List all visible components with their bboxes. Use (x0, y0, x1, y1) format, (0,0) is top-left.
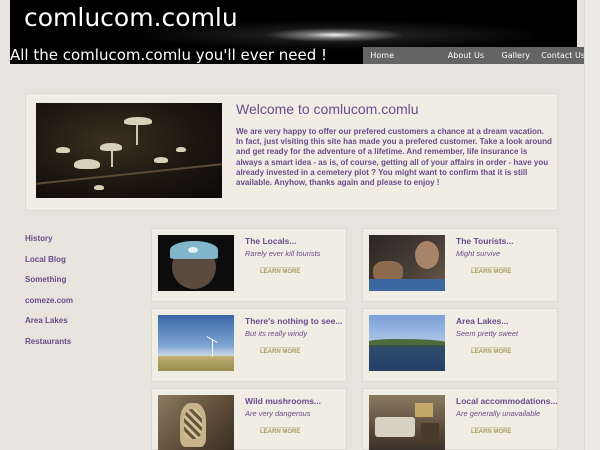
card-area-lakes: Area Lakes... Seem pretty sweet LEARN MO… (362, 308, 558, 382)
learn-more-link[interactable]: LEARN MORE (471, 427, 512, 435)
nav-contact-us[interactable]: Contact Us (530, 47, 585, 64)
tourists-photo (369, 235, 445, 291)
lake-photo (369, 315, 445, 371)
site-tagline: All the comlucom.comlu you'll ever need … (10, 46, 328, 64)
sidebar-item-something[interactable]: Something (25, 275, 73, 296)
card-title[interactable]: There's nothing to see... (245, 316, 342, 326)
card-nothing-to-see: There's nothing to see... But its really… (151, 308, 347, 382)
card-subtitle: Rarely ever kill tourists (245, 249, 321, 258)
sidebar-item-area-lakes[interactable]: Area Lakes (25, 316, 73, 337)
nav-home[interactable]: Home (363, 47, 394, 64)
card-title[interactable]: The Locals... (245, 236, 297, 246)
welcome-title: Welcome to comlucom.comlu (236, 101, 419, 117)
windy-plain-photo (158, 315, 234, 371)
learn-more-link[interactable]: LEARN MORE (260, 347, 301, 355)
card-tourists: The Tourists... Might survive LEARN MORE (362, 228, 558, 302)
site-title[interactable]: comlucom.comlu (24, 3, 238, 32)
card-subtitle: Seem pretty sweet (456, 329, 519, 338)
morel-mushroom-photo (158, 395, 234, 450)
top-nav: Home About Us Gallery Contact Us (363, 47, 588, 64)
nav-about-us[interactable]: About Us (394, 47, 484, 64)
nav-gallery[interactable]: Gallery (484, 47, 531, 64)
card-title[interactable]: Area Lakes... (456, 316, 508, 326)
card-subtitle: But its really windy (245, 329, 308, 338)
card-wild-mushrooms: Wild mushrooms... Are very dangerous LEA… (151, 388, 347, 450)
learn-more-link[interactable]: LEARN MORE (260, 267, 301, 275)
card-local-accommodations: Local accommodations... Are generally un… (362, 388, 558, 450)
card-subtitle: Are very dangerous (245, 409, 311, 418)
learn-more-link[interactable]: LEARN MORE (260, 427, 301, 435)
welcome-panel: Welcome to comlucom.comlu We are very ha… (25, 93, 558, 211)
sidebar-item-local-blog[interactable]: Local Blog (25, 255, 73, 276)
card-title[interactable]: The Tourists... (456, 236, 513, 246)
card-locals: The Locals... Rarely ever kill tourists … (151, 228, 347, 302)
vertical-scrollbar[interactable] (584, 0, 600, 450)
locals-photo (158, 235, 234, 291)
welcome-text: We are very happy to offer our prefered … (236, 127, 552, 188)
sidebar-nav: History Local Blog Something comeze.com … (25, 234, 73, 358)
banner-glow (265, 28, 405, 42)
card-subtitle: Might survive (456, 249, 501, 258)
learn-more-link[interactable]: LEARN MORE (471, 347, 512, 355)
sidebar-item-restaurants[interactable]: Restaurants (25, 337, 73, 358)
card-title[interactable]: Wild mushrooms... (245, 396, 321, 406)
learn-more-link[interactable]: LEARN MORE (471, 267, 512, 275)
hotel-room-photo (369, 395, 445, 450)
sidebar-item-history[interactable]: History (25, 234, 73, 255)
sidebar-item-comeze[interactable]: comeze.com (25, 296, 73, 317)
card-title[interactable]: Local accommodations... (456, 396, 558, 406)
card-subtitle: Are generally unavailable (456, 409, 541, 418)
mushrooms-night-photo (36, 103, 222, 198)
